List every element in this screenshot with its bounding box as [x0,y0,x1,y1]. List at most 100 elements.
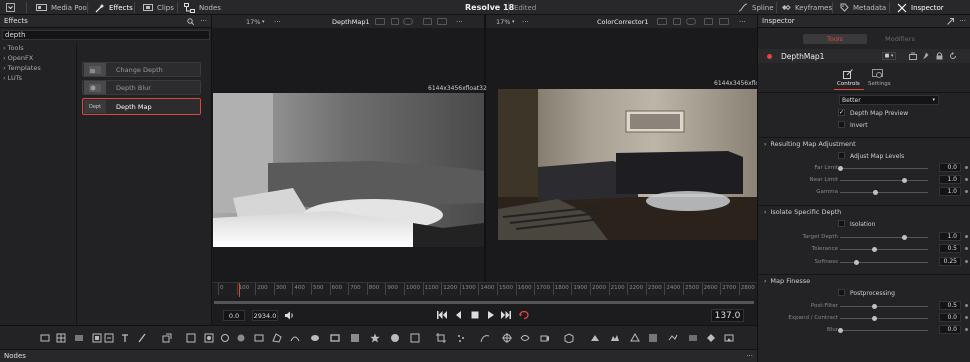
tolerance-slider[interactable] [840,249,928,250]
rectangle-icon[interactable] [330,333,340,343]
star-icon[interactable] [370,333,380,343]
ellipse-icon[interactable] [310,333,320,343]
keyframe-dot[interactable] [965,166,968,169]
shape-3d-icon[interactable] [564,333,574,343]
tolerance-knob[interactable] [872,247,877,252]
more-options-icon[interactable]: ··· [456,18,463,26]
square-icon[interactable] [410,333,420,343]
image-plane-icon[interactable] [74,333,84,343]
playhead[interactable] [239,283,240,297]
expand-contract-knob[interactable] [872,316,877,321]
blur-tool-icon[interactable] [236,333,246,343]
viewer-option-button[interactable] [391,18,399,25]
go-to-start-icon[interactable] [437,311,447,319]
keyframe-dot[interactable] [965,235,968,238]
background-tool-icon[interactable] [40,333,50,343]
warp-icon[interactable] [520,333,530,343]
keyframe-dot[interactable] [965,260,968,263]
clips-button[interactable]: Clips [143,0,174,15]
far-limit-value[interactable]: 0.0 [939,163,961,172]
effects-button[interactable]: Effects [95,0,133,15]
pin-icon[interactable] [922,52,930,60]
target-depth-slider[interactable] [840,237,928,238]
wand-icon[interactable] [350,333,360,343]
versions-icon[interactable] [909,52,917,60]
softness-value[interactable]: 0.25 [939,257,961,266]
blur-value[interactable]: 0.0 [939,325,961,334]
image-3d-icon[interactable] [724,333,734,343]
gamma-slider[interactable] [840,192,928,193]
play-icon[interactable] [488,311,494,319]
viewer-option-button[interactable] [657,18,667,25]
depth-map-preview-checkbox[interactable]: ✓ [838,109,845,116]
paint-icon[interactable] [137,333,147,343]
expand-contract-value[interactable]: 0.0 [939,313,961,322]
fog-3d-icon[interactable] [688,333,698,343]
section-resulting-map[interactable]: › Resulting Map Adjustment [764,140,856,148]
timeline-ruler[interactable]: 0 100 200 300 400 500 600 700 800 900 1000 1100 1200… [212,282,766,298]
far-limit-knob[interactable] [838,166,843,171]
renderer-3d-icon[interactable] [610,333,620,343]
quality-dropdown[interactable]: Better ▾ [839,95,939,105]
spline-button[interactable]: Spline [738,0,774,15]
channel-booleans-icon[interactable] [204,333,214,343]
viewer-option-button[interactable] [403,18,413,25]
inspector-button[interactable]: Inspector [897,0,944,15]
more-options-icon[interactable]: ··· [522,18,529,26]
viewer-option-button[interactable] [375,18,385,25]
start-frame-field[interactable]: 0.0 [223,310,245,321]
transform-icon[interactable] [162,333,172,343]
tab-settings[interactable]: Settings [868,81,891,87]
effects-search-input[interactable]: depth [2,30,210,40]
color-icon[interactable] [220,333,230,343]
tab-modifiers[interactable]: Modifiers [868,34,932,44]
keyframe-dot[interactable] [965,178,968,181]
depth-map-image[interactable] [213,93,484,247]
merge-icon[interactable] [104,333,114,343]
isolation-checkbox[interactable] [838,220,845,227]
loader-icon[interactable] [92,333,102,343]
more-options-icon[interactable]: ··· [274,18,281,26]
viewer-option-button[interactable] [437,18,447,25]
light-3d-icon[interactable] [590,333,600,343]
viewer-option-button[interactable] [686,18,696,25]
viewer-option-button[interactable] [719,18,729,25]
gamma-knob[interactable] [873,190,878,195]
metadata-button[interactable]: Metadata [840,0,886,15]
end-frame-field[interactable]: 2934.0 [252,310,278,321]
invert-checkbox[interactable] [838,121,845,128]
near-limit-knob[interactable] [902,178,907,183]
color-image[interactable] [498,89,757,240]
workspace-menu-button[interactable] [6,0,15,15]
tab-tools[interactable]: Tools [803,34,867,44]
mask-icon[interactable] [186,333,196,343]
text-icon[interactable] [120,333,130,343]
softness-knob[interactable] [854,260,859,265]
far-limit-slider[interactable] [840,168,928,169]
camera-3d-icon[interactable] [540,333,550,343]
target-depth-knob[interactable] [902,235,907,240]
search-icon[interactable] [187,17,195,25]
viewer-option-button[interactable] [423,18,432,25]
expand-contract-slider[interactable] [840,318,928,319]
displace-3d-icon[interactable] [668,333,678,343]
speaker-icon[interactable] [284,311,294,320]
near-limit-value[interactable]: 1.0 [939,175,961,184]
effect-tile-depth-blur[interactable]: Depth Blur [82,80,201,95]
tree-item-templates[interactable]: › Templates [3,64,41,72]
crop-icon[interactable] [436,333,446,343]
current-frame-field[interactable]: 137.0 [711,309,744,322]
tree-item-openfx[interactable]: › OpenFX [3,54,33,62]
node-color-dot[interactable] [767,54,772,59]
section-isolate-depth[interactable]: › Isolate Specific Depth [764,208,841,216]
nodes-button[interactable]: Nodes [184,0,221,15]
keyframes-button[interactable]: Keyframes [781,0,832,15]
effect-tile-depth-map[interactable]: Dept Depth Map [82,98,201,115]
grid-tool-icon[interactable] [56,333,66,343]
rectangle-mask-icon[interactable] [254,333,264,343]
text-3d-icon[interactable] [648,333,658,343]
tracker-icon[interactable] [502,333,512,343]
keyframe-dot[interactable] [965,328,968,331]
reset-icon[interactable] [949,52,957,60]
polygon-icon[interactable] [272,333,282,343]
